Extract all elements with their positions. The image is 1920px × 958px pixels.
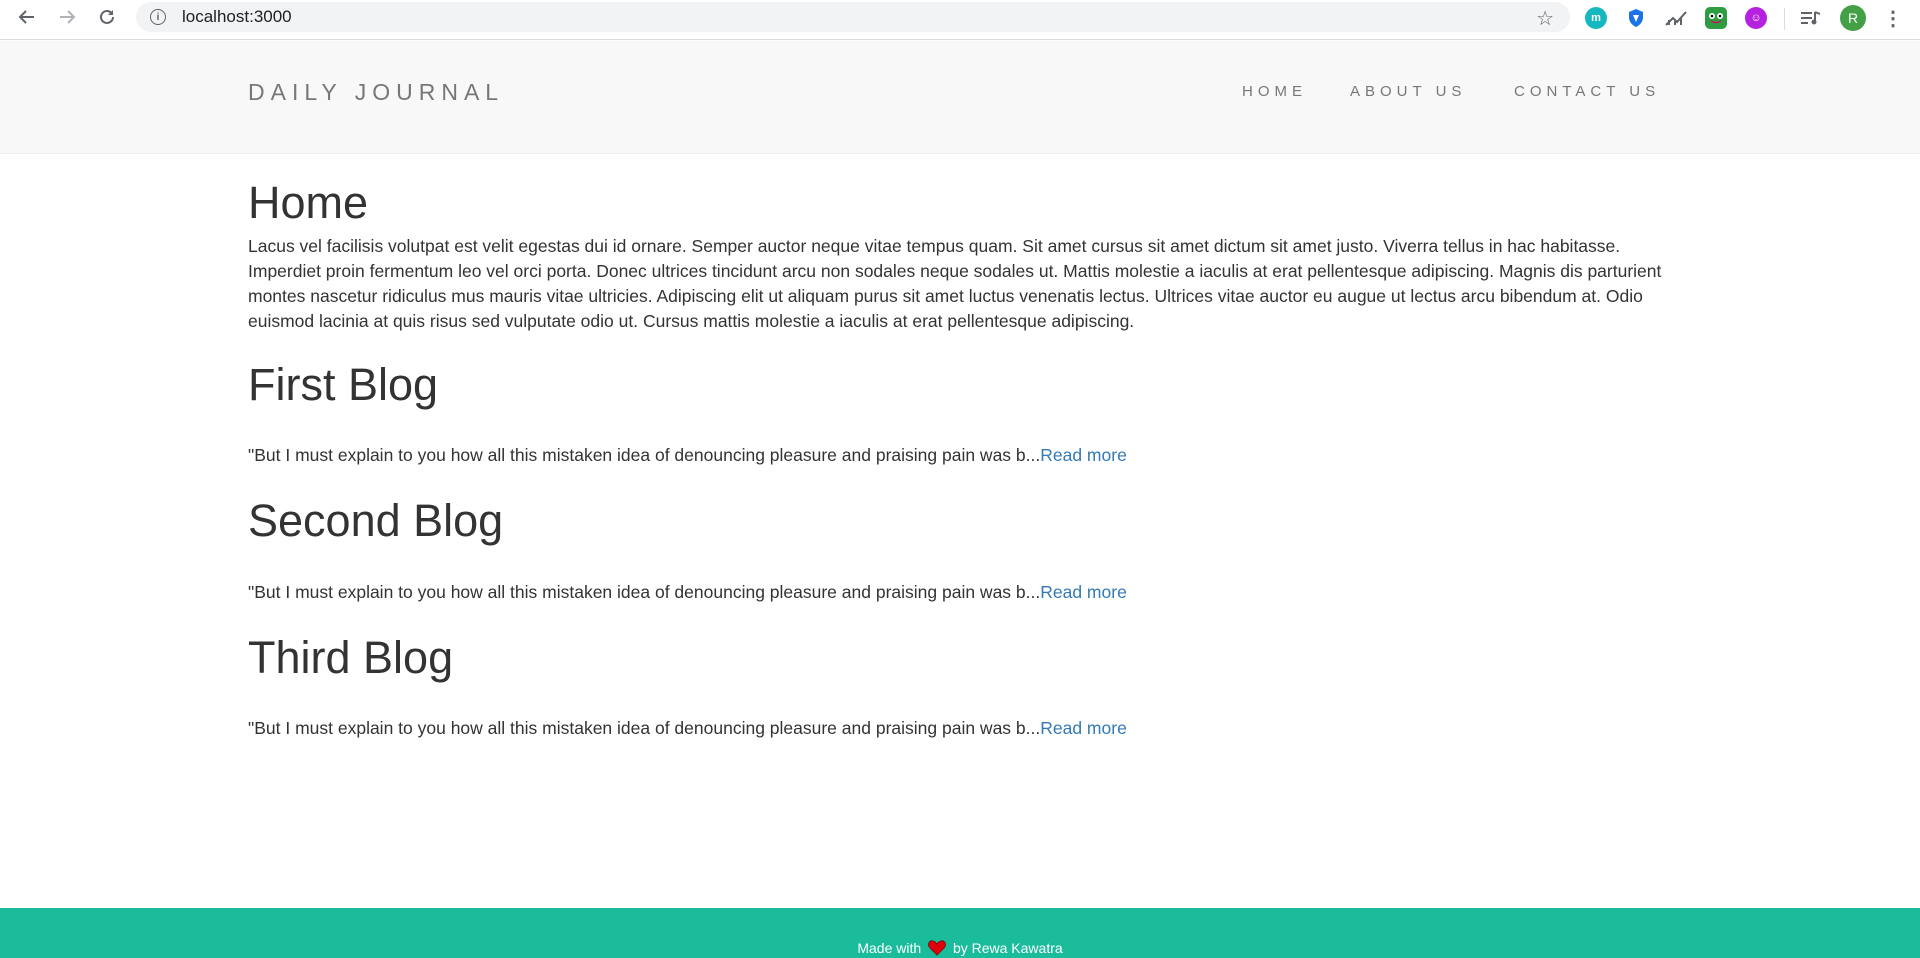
toolbar-divider (1784, 8, 1785, 30)
site-navbar: DAILY JOURNAL HOME ABOUT US CONTACT US (0, 41, 1920, 154)
blog-post: Second Blog "But I must explain to you h… (248, 496, 1672, 605)
forward-arrow-icon[interactable] (50, 0, 84, 34)
page-title: Home (248, 177, 369, 228)
reload-icon[interactable] (90, 0, 124, 34)
post-title: First Blog (248, 358, 439, 410)
nav-contact-us[interactable]: CONTACT US (1514, 83, 1660, 100)
browser-toolbar: i localhost:3000 ☆ m ☺ R ⋮ (0, 0, 1920, 40)
footer-author: by Rewa Kawatra (952, 940, 1063, 956)
address-url[interactable]: localhost:3000 (182, 7, 292, 27)
post-title: Second Blog (248, 495, 504, 546)
nav-home[interactable]: HOME (1242, 83, 1307, 100)
bookmark-star-icon[interactable]: ☆ (1536, 6, 1554, 31)
chart-extension-icon[interactable] (1665, 7, 1687, 29)
shield-extension-icon[interactable] (1625, 7, 1647, 29)
footer-made-with: Made with (857, 940, 922, 956)
browser-menu-icon[interactable]: ⋮ (1882, 7, 1904, 30)
blog-post: Third Blog "But I must explain to you ho… (248, 631, 1672, 742)
address-bar[interactable]: i localhost:3000 ☆ (136, 2, 1570, 32)
profile-avatar[interactable]: R (1840, 5, 1866, 31)
read-more-link[interactable]: Read more (1040, 718, 1127, 738)
read-more-link[interactable]: Read more (1040, 582, 1127, 602)
heart-icon (928, 940, 946, 958)
site-info-icon[interactable]: i (150, 9, 166, 25)
media-control-icon[interactable] (1800, 7, 1822, 29)
m-extension-icon[interactable]: m (1585, 7, 1607, 29)
post-excerpt-text: "But I must explain to you how all this … (248, 581, 1041, 602)
post-excerpt: "But I must explain to you how all this … (248, 716, 1672, 741)
read-more-link[interactable]: Read more (1040, 445, 1127, 465)
post-excerpt: "But I must explain to you how all this … (248, 443, 1672, 468)
back-arrow-icon[interactable] (10, 0, 44, 34)
post-excerpt-text: "But I must explain to you how all this … (248, 718, 1041, 738)
purple-extension-icon[interactable]: ☺ (1745, 7, 1767, 29)
post-title: Third Blog (248, 631, 454, 683)
brand-logo[interactable]: DAILY JOURNAL (248, 79, 504, 106)
post-excerpt-text: "But I must explain to you how all this … (248, 445, 1041, 465)
home-intro-text: Lacus vel facilisis volutpat est velit e… (248, 235, 1662, 331)
post-excerpt: "But I must explain to you how all this … (248, 580, 1672, 605)
blog-post: First Blog "But I must explain to you ho… (248, 358, 1672, 469)
main-content: Home Lacus vel facilisis volutpat est ve… (248, 154, 1672, 741)
nav-about-us[interactable]: ABOUT US (1350, 83, 1466, 100)
frog-extension-icon[interactable] (1705, 7, 1727, 29)
site-footer: Made with by Rewa Kawatra (0, 908, 1920, 958)
footer-credit: Made with by Rewa Kawatra (0, 940, 1920, 958)
